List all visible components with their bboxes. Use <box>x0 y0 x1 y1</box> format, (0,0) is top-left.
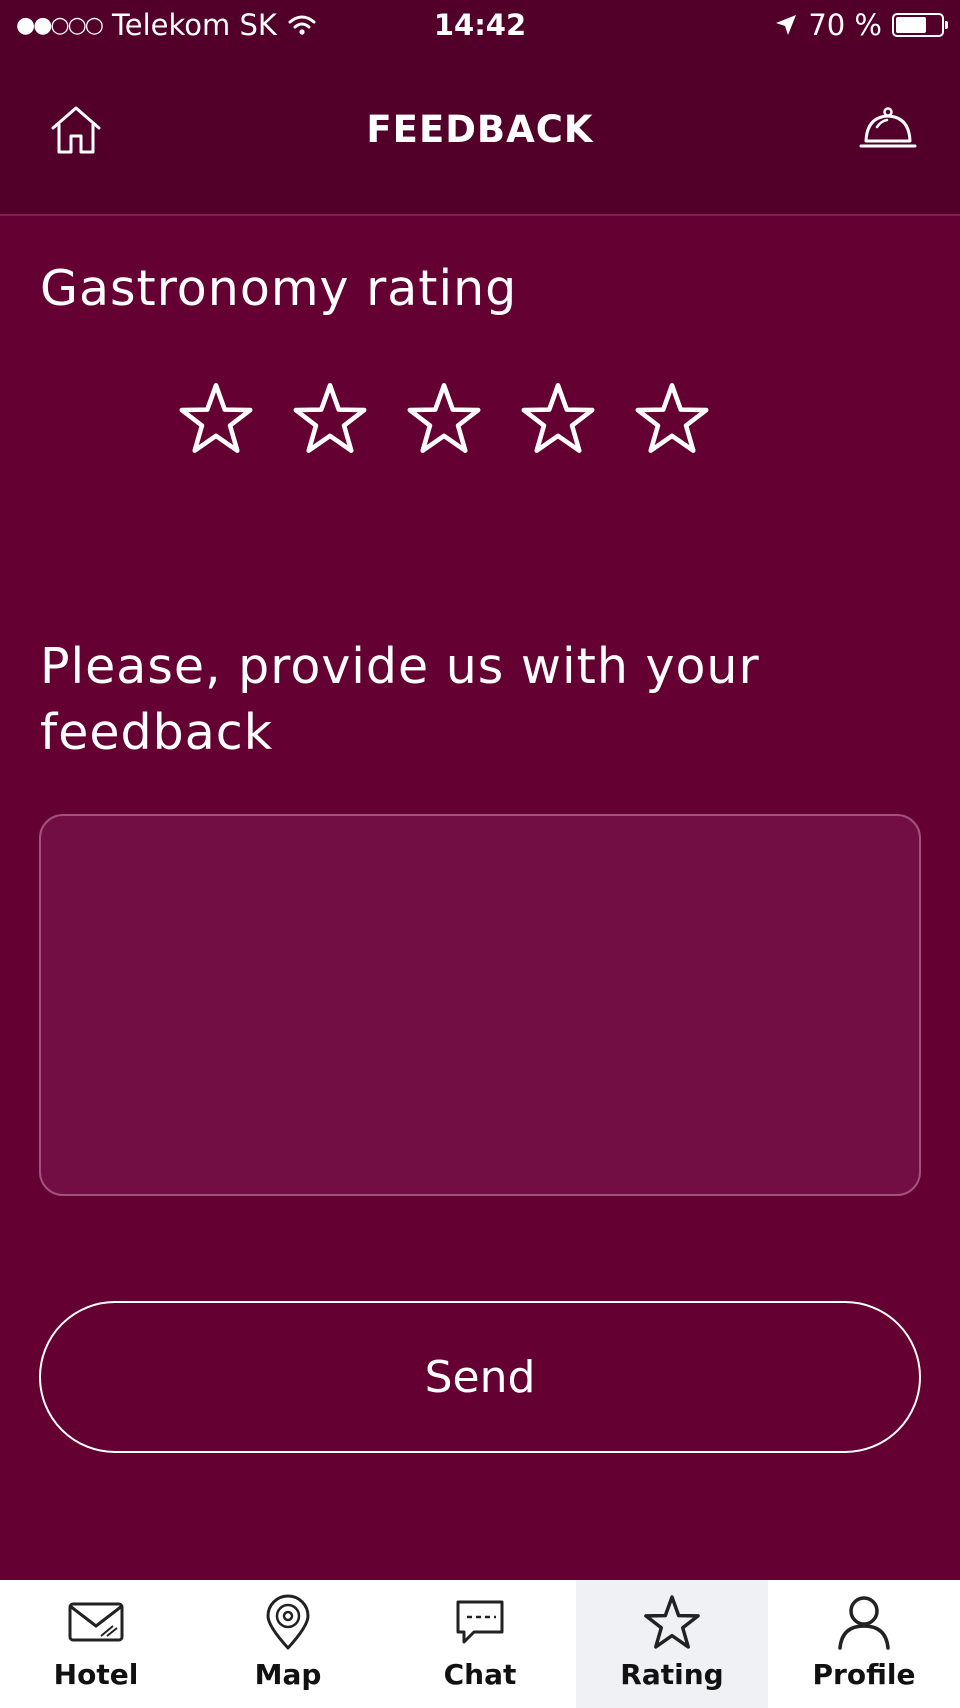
star-button-4[interactable] <box>520 380 596 456</box>
feedback-textarea[interactable] <box>39 814 921 1196</box>
tab-map[interactable]: Map <box>192 1580 384 1708</box>
concierge-bell-icon <box>859 107 917 148</box>
chat-bubble-icon <box>456 1600 504 1644</box>
nav-bar: FEEDBACK <box>0 52 960 216</box>
rating-heading: Gastronomy rating <box>40 260 518 317</box>
person-icon <box>838 1596 890 1650</box>
battery-icon <box>892 13 948 37</box>
star-icon <box>521 383 595 453</box>
send-button[interactable]: Send <box>39 1301 921 1453</box>
tab-profile[interactable]: Profile <box>768 1580 960 1708</box>
tab-label: Chat <box>443 1658 517 1691</box>
page-title: FEEDBACK <box>366 108 594 151</box>
tab-rating[interactable]: Rating <box>576 1580 768 1708</box>
tab-label: Rating <box>620 1658 724 1691</box>
battery-level <box>896 17 926 33</box>
star-icon <box>635 383 709 453</box>
star-icon <box>407 383 481 453</box>
star-button-1[interactable] <box>178 380 254 456</box>
star-icon <box>179 383 253 453</box>
concierge-button[interactable] <box>858 100 918 160</box>
envelope-icon <box>68 1602 124 1642</box>
star-icon <box>644 1595 700 1649</box>
map-pin-icon <box>266 1594 310 1650</box>
star-button-5[interactable] <box>634 380 710 456</box>
tab-label: Map <box>254 1658 322 1691</box>
status-bar: ●●○○○ Telekom SK 14:42 70 % <box>0 0 960 52</box>
tab-chat[interactable]: Chat <box>384 1580 576 1708</box>
feedback-heading: Please, provide us with your feedback <box>40 638 760 761</box>
location-arrow-icon <box>776 15 797 35</box>
star-button-2[interactable] <box>292 380 368 456</box>
star-button-3[interactable] <box>406 380 482 456</box>
tab-label: Hotel <box>53 1658 139 1691</box>
tab-bar: Hotel Map Chat Rating Profile <box>0 1580 960 1708</box>
battery-percent: 70 % <box>808 8 882 42</box>
star-icon <box>293 383 367 453</box>
tab-label: Profile <box>812 1658 916 1691</box>
tab-hotel[interactable]: Hotel <box>0 1580 192 1708</box>
status-right: 70 % <box>774 8 948 42</box>
star-rating <box>178 380 710 456</box>
